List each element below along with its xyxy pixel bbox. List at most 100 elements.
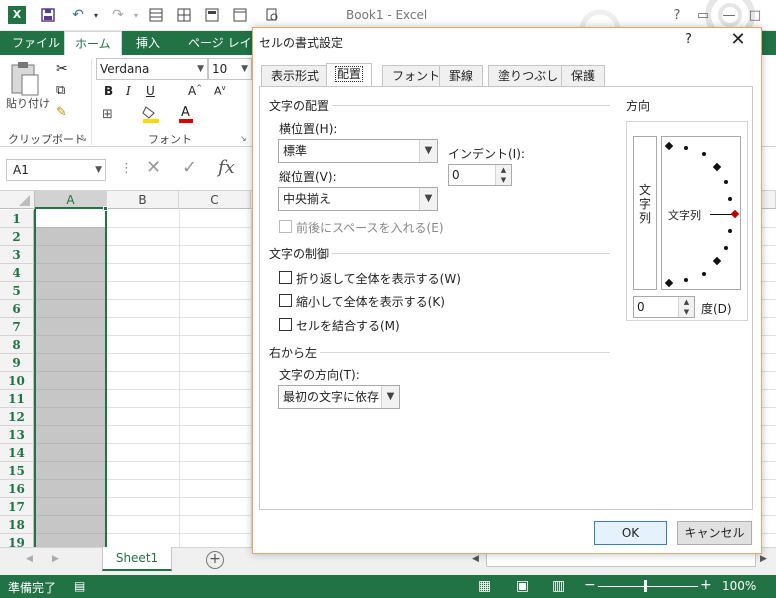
- scroll-next-sheet-icon[interactable]: ▶: [52, 554, 59, 564]
- horizontal-scrollbar[interactable]: [486, 552, 756, 567]
- degrees-spinner[interactable]: 0 ▲ ▼: [633, 296, 695, 318]
- justify-distributed-checkbox[interactable]: [279, 220, 292, 233]
- row-header[interactable]: 10: [0, 372, 34, 390]
- print-preview-icon[interactable]: [262, 5, 282, 25]
- hscroll-left-icon[interactable]: ◀: [472, 554, 479, 564]
- cancel-entry-icon[interactable]: ✕: [146, 157, 161, 178]
- row-header[interactable]: 13: [0, 426, 34, 444]
- orientation-dial[interactable]: 文字列: [661, 136, 741, 290]
- select-all-corner[interactable]: [0, 191, 35, 209]
- spin-up-icon[interactable]: ▲: [495, 165, 511, 175]
- undo-icon[interactable]: ↶: [68, 5, 88, 25]
- row-header[interactable]: 18: [0, 516, 34, 534]
- zoom-out-icon[interactable]: −: [584, 577, 596, 593]
- zoom-slider-thumb[interactable]: [644, 580, 647, 592]
- zoom-in-icon[interactable]: +: [700, 577, 712, 593]
- cut-icon[interactable]: ✂: [56, 61, 68, 77]
- vertical-text-button[interactable]: 文 字 列: [633, 136, 657, 290]
- ok-button[interactable]: OK: [594, 521, 667, 545]
- hscroll-right-icon[interactable]: ▶: [760, 554, 767, 564]
- font-size-select[interactable]: 10 ▼: [208, 58, 252, 80]
- row-header[interactable]: 6: [0, 300, 34, 318]
- sheet-icon[interactable]: [230, 5, 250, 25]
- column-header-a[interactable]: A: [35, 191, 107, 209]
- underline-button[interactable]: U: [146, 84, 155, 98]
- orientation-handle[interactable]: [730, 209, 740, 219]
- grid-icon[interactable]: [174, 5, 194, 25]
- wrap-text-checkbox[interactable]: [279, 271, 292, 284]
- undo-dropdown-icon[interactable]: ▾: [86, 5, 106, 25]
- merge-cells-checkbox[interactable]: [279, 318, 292, 331]
- row-header[interactable]: 17: [0, 498, 34, 516]
- help-icon[interactable]: ?: [664, 4, 690, 26]
- normal-view-icon[interactable]: ▦: [478, 578, 491, 594]
- font-name-select[interactable]: Verdana ▼: [96, 58, 208, 80]
- tab-file[interactable]: ファイル: [2, 31, 70, 55]
- tab-protection[interactable]: 保護: [561, 65, 606, 87]
- tab-home[interactable]: ホーム: [64, 31, 122, 56]
- minimize-icon[interactable]: —: [716, 4, 742, 26]
- font-color-icon[interactable]: A: [178, 104, 194, 127]
- fill-handle[interactable]: [103, 206, 108, 211]
- copy-icon[interactable]: ⧉: [56, 83, 65, 98]
- add-sheet-icon[interactable]: +: [206, 551, 224, 569]
- table-icon[interactable]: [146, 5, 166, 25]
- row-header[interactable]: 19: [0, 534, 34, 547]
- italic-button[interactable]: I: [126, 84, 131, 98]
- vertical-alignment-select[interactable]: 中央揃え ▼: [278, 187, 438, 211]
- row-header[interactable]: 7: [0, 318, 34, 336]
- ribbon-display-icon[interactable]: ▭: [690, 4, 716, 26]
- name-box[interactable]: A1 ▼: [6, 159, 106, 181]
- tab-number[interactable]: 表示形式: [261, 65, 330, 87]
- shrink-to-fit-checkbox[interactable]: [279, 294, 292, 307]
- dialog-help-button[interactable]: ?: [685, 32, 692, 47]
- row-header[interactable]: 15: [0, 462, 34, 480]
- row-header[interactable]: 12: [0, 408, 34, 426]
- zoom-level[interactable]: 100%: [722, 579, 756, 593]
- dialog-close-icon[interactable]: ✕: [723, 28, 753, 52]
- row-header[interactable]: 11: [0, 390, 34, 408]
- indent-spinner[interactable]: 0 ▲ ▼: [448, 164, 512, 186]
- row-header[interactable]: 9: [0, 354, 34, 372]
- clipboard-launcher-icon[interactable]: ↘: [80, 134, 87, 143]
- sheet-tab-sheet1[interactable]: Sheet1: [102, 547, 172, 571]
- page-layout-view-icon[interactable]: ▣: [516, 578, 529, 594]
- tab-fill[interactable]: 塗りつぶし: [488, 65, 569, 87]
- font-grow-button[interactable]: A^: [188, 84, 202, 98]
- maximize-icon[interactable]: □: [742, 4, 768, 26]
- row-header[interactable]: 16: [0, 480, 34, 498]
- row-header[interactable]: 1: [0, 210, 34, 228]
- zoom-slider[interactable]: [598, 586, 698, 587]
- spin-up-icon[interactable]: ▲: [678, 297, 694, 307]
- row-header[interactable]: 2: [0, 228, 34, 246]
- row-header[interactable]: 14: [0, 444, 34, 462]
- shrink-to-fit-label[interactable]: 縮小して全体を表示する(K): [296, 293, 445, 310]
- format-painter-icon[interactable]: ✎: [56, 105, 67, 120]
- confirm-entry-icon[interactable]: ✓: [182, 157, 197, 178]
- paste-label[interactable]: 貼り付け: [6, 95, 50, 111]
- form-icon[interactable]: [202, 5, 222, 25]
- redo-dropdown-icon[interactable]: ▾: [126, 5, 146, 25]
- save-icon[interactable]: [38, 5, 58, 25]
- row-header[interactable]: 5: [0, 282, 34, 300]
- insert-function-icon[interactable]: fx: [218, 157, 235, 178]
- column-header-b[interactable]: B: [107, 191, 179, 209]
- page-break-view-icon[interactable]: ▥: [552, 578, 565, 594]
- scroll-prev-sheet-icon[interactable]: ◀: [26, 554, 33, 564]
- font-shrink-button[interactable]: Av: [214, 84, 226, 98]
- tab-border[interactable]: 罫線: [439, 65, 484, 87]
- row-header[interactable]: 3: [0, 246, 34, 264]
- tab-alignment[interactable]: 配置: [326, 63, 373, 88]
- row-header[interactable]: 4: [0, 264, 34, 282]
- font-launcher-icon[interactable]: ↘: [240, 134, 247, 143]
- bold-button[interactable]: B: [104, 84, 113, 98]
- merge-cells-label[interactable]: セルを結合する(M): [296, 317, 400, 334]
- border-icon[interactable]: ⊞: [102, 107, 113, 122]
- text-direction-select[interactable]: 最初の文字に依存 ▼: [278, 385, 400, 409]
- spin-down-icon[interactable]: ▼: [678, 307, 694, 317]
- redo-icon[interactable]: ↷: [108, 5, 128, 25]
- spin-down-icon[interactable]: ▼: [495, 175, 511, 185]
- macro-record-icon[interactable]: ▤: [74, 579, 85, 593]
- tab-insert[interactable]: 挿入: [126, 31, 170, 55]
- row-header[interactable]: 8: [0, 336, 34, 354]
